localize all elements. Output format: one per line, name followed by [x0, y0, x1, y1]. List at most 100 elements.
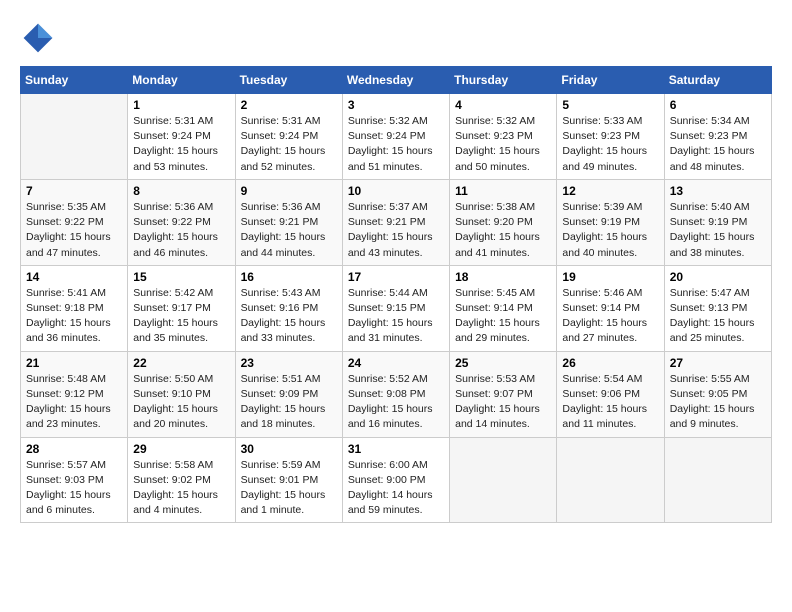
day-cell: 7 Sunrise: 5:35 AM Sunset: 9:22 PM Daylig… [21, 179, 128, 265]
day-number: 29 [133, 442, 229, 456]
day-info: Sunrise: 5:35 AM Sunset: 9:22 PM Dayligh… [26, 200, 122, 261]
day-info: Sunrise: 5:31 AM Sunset: 9:24 PM Dayligh… [241, 114, 337, 175]
day-number: 19 [562, 270, 658, 284]
day-number: 1 [133, 98, 229, 112]
day-number: 30 [241, 442, 337, 456]
day-cell: 2Sunrise: 5:31 AM Sunset: 9:24 PM Daylig… [235, 94, 342, 180]
day-info: Sunrise: 5:34 AM Sunset: 9:23 PM Dayligh… [670, 114, 766, 175]
day-info: Sunrise: 5:42 AM Sunset: 9:17 PM Dayligh… [133, 286, 229, 347]
day-info: Sunrise: 5:31 AM Sunset: 9:24 PM Dayligh… [133, 114, 229, 175]
day-number: 8 [133, 184, 229, 198]
day-cell: 18 Sunrise: 5:45 AM Sunset: 9:14 PM Dayli… [450, 265, 557, 351]
day-info: Sunrise: 5:38 AM Sunset: 9:20 PM Dayligh… [455, 200, 551, 261]
day-info: Sunrise: 5:50 AM Sunset: 9:10 PM Dayligh… [133, 372, 229, 433]
week-row-3: 14 Sunrise: 5:41 AM Sunset: 9:18 PM Dayli… [21, 265, 772, 351]
day-info: Sunrise: 5:32 AM Sunset: 9:23 PM Dayligh… [455, 114, 551, 175]
day-number: 11 [455, 184, 551, 198]
day-cell: 12Sunrise: 5:39 AM Sunset: 9:19 PM Dayli… [557, 179, 664, 265]
day-cell: 25 Sunrise: 5:53 AM Sunset: 9:07 PM Dayli… [450, 351, 557, 437]
day-number: 5 [562, 98, 658, 112]
day-cell: 3 Sunrise: 5:32 AM Sunset: 9:24 PM Daylig… [342, 94, 449, 180]
day-info: Sunrise: 5:46 AM Sunset: 9:14 PM Dayligh… [562, 286, 658, 347]
day-cell: 8 Sunrise: 5:36 AM Sunset: 9:22 PM Daylig… [128, 179, 235, 265]
day-info: Sunrise: 5:40 AM Sunset: 9:19 PM Dayligh… [670, 200, 766, 261]
day-number: 10 [348, 184, 444, 198]
logo [20, 20, 60, 56]
day-cell: 29 Sunrise: 5:58 AM Sunset: 9:02 PM Dayli… [128, 437, 235, 523]
day-cell: 14 Sunrise: 5:41 AM Sunset: 9:18 PM Dayli… [21, 265, 128, 351]
day-info: Sunrise: 5:48 AM Sunset: 9:12 PM Dayligh… [26, 372, 122, 433]
week-row-4: 21 Sunrise: 5:48 AM Sunset: 9:12 PM Dayli… [21, 351, 772, 437]
day-info: Sunrise: 5:33 AM Sunset: 9:23 PM Dayligh… [562, 114, 658, 175]
day-cell: 27Sunrise: 5:55 AM Sunset: 9:05 PM Dayli… [664, 351, 771, 437]
day-cell [664, 437, 771, 523]
day-number: 21 [26, 356, 122, 370]
day-cell: 26 Sunrise: 5:54 AM Sunset: 9:06 PM Dayli… [557, 351, 664, 437]
day-info: Sunrise: 5:44 AM Sunset: 9:15 PM Dayligh… [348, 286, 444, 347]
day-cell: 4 Sunrise: 5:32 AM Sunset: 9:23 PM Daylig… [450, 94, 557, 180]
column-header-tuesday: Tuesday [235, 67, 342, 94]
column-header-sunday: Sunday [21, 67, 128, 94]
week-row-2: 7 Sunrise: 5:35 AM Sunset: 9:22 PM Daylig… [21, 179, 772, 265]
day-info: Sunrise: 5:57 AM Sunset: 9:03 PM Dayligh… [26, 458, 122, 519]
day-number: 31 [348, 442, 444, 456]
column-header-monday: Monday [128, 67, 235, 94]
day-cell: 10 Sunrise: 5:37 AM Sunset: 9:21 PM Dayli… [342, 179, 449, 265]
day-cell [450, 437, 557, 523]
day-cell: 24 Sunrise: 5:52 AM Sunset: 9:08 PM Dayli… [342, 351, 449, 437]
day-info: Sunrise: 5:37 AM Sunset: 9:21 PM Dayligh… [348, 200, 444, 261]
day-info: Sunrise: 5:59 AM Sunset: 9:01 PM Dayligh… [241, 458, 337, 519]
day-cell: 28 Sunrise: 5:57 AM Sunset: 9:03 PM Dayli… [21, 437, 128, 523]
day-number: 23 [241, 356, 337, 370]
day-cell [557, 437, 664, 523]
page-header [20, 20, 772, 56]
day-info: Sunrise: 5:41 AM Sunset: 9:18 PM Dayligh… [26, 286, 122, 347]
day-info: Sunrise: 5:39 AM Sunset: 9:19 PM Dayligh… [562, 200, 658, 261]
day-number: 27 [670, 356, 766, 370]
day-number: 16 [241, 270, 337, 284]
day-number: 9 [241, 184, 337, 198]
day-cell: 5 Sunrise: 5:33 AM Sunset: 9:23 PM Daylig… [557, 94, 664, 180]
day-number: 28 [26, 442, 122, 456]
day-number: 26 [562, 356, 658, 370]
day-cell: 20 Sunrise: 5:47 AM Sunset: 9:13 PM Dayli… [664, 265, 771, 351]
day-cell: 30 Sunrise: 5:59 AM Sunset: 9:01 PM Dayli… [235, 437, 342, 523]
day-info: Sunrise: 5:36 AM Sunset: 9:22 PM Dayligh… [133, 200, 229, 261]
day-number: 17 [348, 270, 444, 284]
day-cell: 13 Sunrise: 5:40 AM Sunset: 9:19 PM Dayli… [664, 179, 771, 265]
day-info: Sunrise: 5:53 AM Sunset: 9:07 PM Dayligh… [455, 372, 551, 433]
day-cell: 15 Sunrise: 5:42 AM Sunset: 9:17 PM Dayli… [128, 265, 235, 351]
day-number: 6 [670, 98, 766, 112]
day-number: 25 [455, 356, 551, 370]
day-number: 20 [670, 270, 766, 284]
day-number: 3 [348, 98, 444, 112]
week-row-1: 1 Sunrise: 5:31 AM Sunset: 9:24 PM Daylig… [21, 94, 772, 180]
column-header-friday: Friday [557, 67, 664, 94]
day-cell [21, 94, 128, 180]
day-cell: 22 Sunrise: 5:50 AM Sunset: 9:10 PM Dayli… [128, 351, 235, 437]
day-info: Sunrise: 5:36 AM Sunset: 9:21 PM Dayligh… [241, 200, 337, 261]
day-info: Sunrise: 5:32 AM Sunset: 9:24 PM Dayligh… [348, 114, 444, 175]
day-cell: 16 Sunrise: 5:43 AM Sunset: 9:16 PM Dayli… [235, 265, 342, 351]
day-info: Sunrise: 5:58 AM Sunset: 9:02 PM Dayligh… [133, 458, 229, 519]
day-info: Sunrise: 5:54 AM Sunset: 9:06 PM Dayligh… [562, 372, 658, 433]
calendar-table: SundayMondayTuesdayWednesdayThursdayFrid… [20, 66, 772, 523]
day-cell: 11 Sunrise: 5:38 AM Sunset: 9:20 PM Dayli… [450, 179, 557, 265]
day-info: Sunrise: 5:47 AM Sunset: 9:13 PM Dayligh… [670, 286, 766, 347]
day-info: Sunrise: 5:43 AM Sunset: 9:16 PM Dayligh… [241, 286, 337, 347]
day-number: 14 [26, 270, 122, 284]
day-info: Sunrise: 5:51 AM Sunset: 9:09 PM Dayligh… [241, 372, 337, 433]
day-info: Sunrise: 5:52 AM Sunset: 9:08 PM Dayligh… [348, 372, 444, 433]
day-number: 4 [455, 98, 551, 112]
day-number: 7 [26, 184, 122, 198]
day-number: 13 [670, 184, 766, 198]
day-number: 22 [133, 356, 229, 370]
day-cell: 21 Sunrise: 5:48 AM Sunset: 9:12 PM Dayli… [21, 351, 128, 437]
day-number: 18 [455, 270, 551, 284]
day-number: 24 [348, 356, 444, 370]
day-number: 15 [133, 270, 229, 284]
day-cell: 1 Sunrise: 5:31 AM Sunset: 9:24 PM Daylig… [128, 94, 235, 180]
day-info: Sunrise: 5:45 AM Sunset: 9:14 PM Dayligh… [455, 286, 551, 347]
week-row-5: 28 Sunrise: 5:57 AM Sunset: 9:03 PM Dayli… [21, 437, 772, 523]
day-cell: 23 Sunrise: 5:51 AM Sunset: 9:09 PM Dayli… [235, 351, 342, 437]
